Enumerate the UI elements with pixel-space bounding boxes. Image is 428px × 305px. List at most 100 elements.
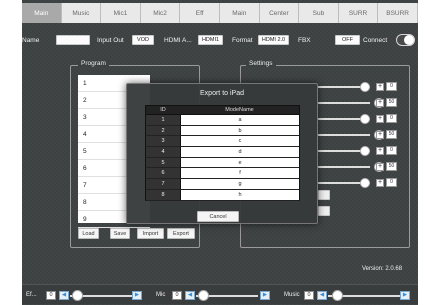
settings-value: 0 bbox=[386, 146, 397, 155]
settings-slider-knob[interactable] bbox=[360, 82, 370, 92]
row-mode-name: e bbox=[180, 157, 299, 168]
plus-icon[interactable]: + bbox=[376, 179, 384, 187]
format-label: Format bbox=[232, 37, 253, 44]
bottom-value: 0 bbox=[172, 291, 182, 300]
table-row[interactable]: 6f bbox=[145, 168, 300, 180]
table-row[interactable]: 1a bbox=[145, 115, 300, 126]
tab-4[interactable]: Mic2 bbox=[140, 3, 181, 23]
settings-small-button-1[interactable] bbox=[318, 190, 330, 200]
fbx-button[interactable]: OFF bbox=[335, 35, 360, 45]
settings-row: +50 bbox=[318, 130, 397, 140]
table-header: ID ModeName bbox=[145, 105, 300, 115]
column-name-header: ModeName bbox=[225, 107, 254, 113]
left-arrow-icon[interactable]: ◀ bbox=[317, 291, 327, 300]
export-button[interactable]: Export bbox=[167, 228, 195, 239]
plus-icon[interactable]: + bbox=[376, 99, 384, 107]
connect-toggle[interactable] bbox=[396, 34, 415, 46]
left-arrow-icon[interactable]: ◀ bbox=[59, 291, 69, 300]
row-mode-name: f bbox=[180, 168, 299, 179]
app-window: Main Music Mic1 Mic2 Eff Main Center Sub SURR BSU… bbox=[22, 0, 418, 305]
left-arrow-icon[interactable]: ◀ bbox=[185, 291, 195, 300]
import-button[interactable]: Import bbox=[137, 228, 164, 239]
table-row[interactable]: 5e bbox=[145, 157, 300, 169]
version-text: Version: 2.0.68 bbox=[362, 266, 403, 272]
settings-row: +0 bbox=[318, 114, 397, 124]
slider-knob[interactable] bbox=[332, 290, 343, 301]
name-label: Name bbox=[22, 37, 40, 44]
plus-icon[interactable]: + bbox=[376, 115, 384, 123]
tab-3[interactable]: Mic1 bbox=[101, 3, 141, 23]
plus-icon[interactable]: + bbox=[376, 131, 384, 139]
connect-label: Connect bbox=[363, 37, 388, 44]
row-id: 4 bbox=[146, 147, 180, 157]
tab-7[interactable]: Center bbox=[259, 3, 300, 23]
row-mode-name: c bbox=[180, 136, 299, 147]
table-row[interactable]: 7g bbox=[145, 179, 300, 190]
bottom-label: Mic bbox=[156, 292, 166, 298]
table-row[interactable]: 4d bbox=[145, 147, 300, 158]
tab-1[interactable]: Main bbox=[22, 3, 62, 23]
right-arrow-icon[interactable]: ▶ bbox=[400, 291, 410, 300]
bottom-value: 0 bbox=[304, 291, 314, 300]
bottom-value: 0 bbox=[46, 291, 56, 300]
dialog-title: Export to iPad bbox=[200, 90, 244, 97]
row-mode-name: d bbox=[180, 147, 299, 157]
settings-value: 50 bbox=[386, 162, 397, 171]
settings-value: 0 bbox=[386, 114, 397, 123]
right-arrow-icon[interactable]: ▶ bbox=[132, 291, 142, 300]
settings-value: 0 bbox=[386, 178, 397, 187]
column-id-header: ID bbox=[160, 107, 166, 113]
table-row[interactable]: 3c bbox=[145, 136, 300, 148]
row-id: 5 bbox=[146, 157, 180, 168]
settings-value: 0 bbox=[386, 82, 397, 91]
settings-slider-track[interactable] bbox=[318, 102, 370, 104]
row-mode-name: a bbox=[180, 115, 299, 125]
settings-value: 50 bbox=[386, 98, 397, 107]
fbx-label: FBX bbox=[298, 37, 311, 44]
save-button[interactable]: Save bbox=[110, 228, 130, 239]
settings-small-button-2[interactable] bbox=[318, 206, 330, 216]
settings-slider-knob[interactable] bbox=[360, 146, 370, 156]
slider-knob[interactable] bbox=[72, 290, 83, 301]
bottom-bar: Ef... 0 ◀ ▶ Mic 0 ◀ ▶ Music 0 ◀ ▶ bbox=[22, 284, 418, 304]
settings-row: +50 bbox=[318, 162, 397, 172]
table-row[interactable]: 8h bbox=[145, 189, 300, 201]
row-id: 2 bbox=[146, 125, 180, 136]
bottom-group-music: Music 0 ◀ ▶ bbox=[284, 290, 414, 301]
settings-title: Settings bbox=[246, 60, 276, 67]
plus-icon[interactable]: + bbox=[376, 163, 384, 171]
tab-9[interactable]: SURR bbox=[338, 3, 379, 23]
input-out-button[interactable]: VOD bbox=[132, 35, 154, 45]
export-dialog: Export to iPad ID ModeName 1a2b3c4d5e6f7… bbox=[126, 83, 318, 224]
tab-5[interactable]: Eff bbox=[180, 3, 220, 23]
row-mode-name: b bbox=[180, 125, 299, 136]
cancel-button[interactable]: Cancel bbox=[197, 211, 239, 222]
bottom-label: Music bbox=[284, 292, 300, 298]
tab-6[interactable]: Main bbox=[219, 3, 260, 23]
row-id: 1 bbox=[146, 115, 180, 125]
tab-2[interactable]: Music bbox=[61, 3, 102, 23]
settings-row: +50 bbox=[318, 98, 397, 108]
row-id: 6 bbox=[146, 168, 180, 179]
slider-knob[interactable] bbox=[198, 290, 209, 301]
row-mode-name: g bbox=[180, 179, 299, 189]
name-field[interactable] bbox=[56, 35, 90, 45]
bottom-group-mic: Mic 0 ◀ ▶ bbox=[156, 290, 276, 301]
row-mode-name: h bbox=[180, 189, 299, 200]
settings-slider-knob[interactable] bbox=[360, 178, 370, 188]
load-button[interactable]: Load bbox=[78, 228, 99, 239]
plus-icon[interactable]: + bbox=[376, 83, 384, 91]
settings-slider-track[interactable] bbox=[318, 166, 370, 168]
format-button[interactable]: HDMI 2.0 bbox=[258, 35, 289, 45]
tab-8[interactable]: Sub bbox=[299, 3, 339, 23]
settings-slider-track[interactable] bbox=[318, 134, 370, 136]
plus-icon[interactable]: + bbox=[376, 147, 384, 155]
right-arrow-icon[interactable]: ▶ bbox=[260, 291, 270, 300]
input-out-label: Input Out bbox=[97, 37, 124, 44]
settings-value: 50 bbox=[386, 130, 397, 139]
tab-10[interactable]: BSURR bbox=[378, 3, 418, 23]
settings-slider-knob[interactable] bbox=[360, 114, 370, 124]
hdmi-a-button[interactable]: HDMI1 bbox=[198, 35, 223, 45]
bottom-group-effect: Ef... 0 ◀ ▶ bbox=[26, 290, 146, 301]
table-row[interactable]: 2b bbox=[145, 125, 300, 137]
